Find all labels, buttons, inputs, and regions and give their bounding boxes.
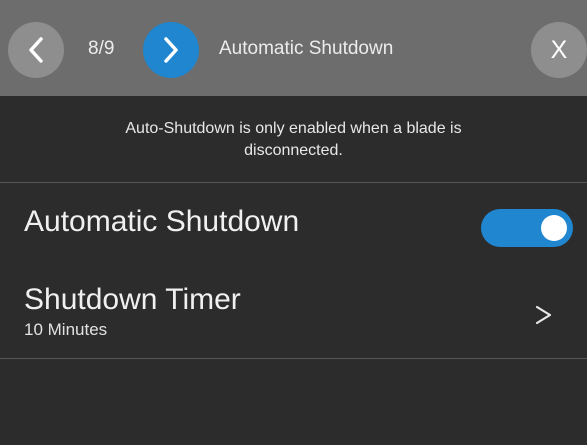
close-icon: X [550, 35, 568, 64]
next-button[interactable] [143, 22, 199, 78]
notice-line-1: Auto-Shutdown is only enabled when a bla… [125, 120, 462, 137]
auto-shutdown-notice: Auto-Shutdown is only enabled when a bla… [0, 118, 587, 162]
page-title: Automatic Shutdown [219, 38, 394, 59]
automatic-shutdown-toggle[interactable] [481, 209, 573, 247]
settings-screen: 8/9 Automatic Shutdown X Auto-Shutdown i… [0, 0, 587, 445]
divider [0, 182, 587, 183]
automatic-shutdown-label: Automatic Shutdown [24, 205, 300, 238]
shutdown-timer-label[interactable]: Shutdown Timer [24, 282, 241, 318]
chevron-right-icon [164, 37, 178, 63]
header-bar: 8/9 Automatic Shutdown X [0, 0, 587, 96]
toggle-knob [541, 215, 567, 241]
close-button[interactable]: X [531, 22, 587, 78]
previous-button[interactable] [8, 22, 64, 78]
chevron-left-icon [29, 37, 43, 63]
shutdown-timer-chevron-icon[interactable] [533, 300, 555, 330]
page-indicator: 8/9 [88, 38, 115, 59]
divider [0, 358, 587, 359]
shutdown-timer-value: 10 Minutes [24, 320, 108, 339]
notice-line-2: disconnected. [244, 142, 343, 159]
